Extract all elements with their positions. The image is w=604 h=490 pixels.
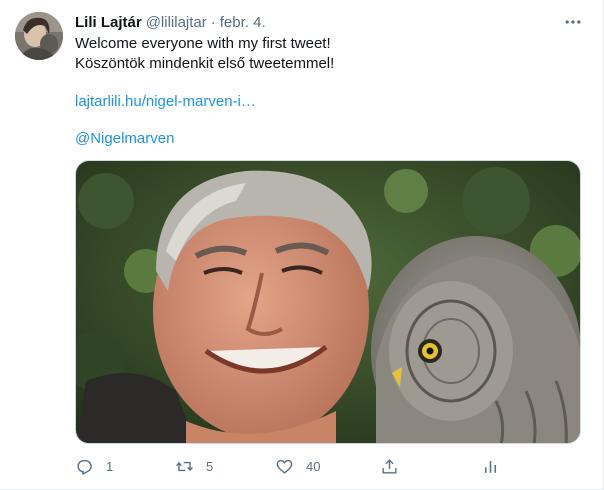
tweet-card[interactable]: Lili Lajtár @lililajtar · febr. 4. Welco… xyxy=(0,0,604,490)
heart-icon xyxy=(276,459,293,474)
tweet-date[interactable]: febr. 4. xyxy=(220,14,266,31)
like-count: 40 xyxy=(306,458,321,474)
author-handle[interactable]: @lililajtar xyxy=(146,14,207,31)
mention-link[interactable]: @Nigelmarven xyxy=(75,129,174,149)
tweet-actions-bar: 1 5 40 xyxy=(75,454,505,478)
author-name[interactable]: Lili Lajtár xyxy=(75,14,142,31)
more-options-button[interactable] xyxy=(561,10,585,34)
retweet-icon xyxy=(176,461,193,471)
like-button[interactable]: 40 xyxy=(275,454,320,478)
reply-count: 1 xyxy=(106,458,114,474)
tweet-text: Welcome everyone with my first tweet! Kö… xyxy=(75,34,575,74)
share-button[interactable] xyxy=(380,454,399,478)
reply-icon xyxy=(77,459,92,475)
share-icon xyxy=(382,458,397,474)
avatar-image xyxy=(15,12,63,60)
reply-button[interactable]: 1 xyxy=(75,454,113,478)
analytics-button[interactable] xyxy=(481,454,500,478)
retweet-button[interactable]: 5 xyxy=(175,454,213,478)
tweet-text-line-1: Welcome everyone with my first tweet! xyxy=(75,35,331,52)
tweet-text-line-2: Köszöntök mindenkit első tweetemmel! xyxy=(75,55,335,72)
avatar[interactable] xyxy=(15,12,63,60)
more-horizontal-icon xyxy=(565,20,581,24)
tweet-header: Lili Lajtár @lililajtar · febr. 4. xyxy=(75,12,266,32)
photo-man-with-owl xyxy=(76,161,580,443)
tweet-media-photo[interactable] xyxy=(75,160,581,444)
tweet-url-link[interactable]: lajtarlili.hu/nigel-marven-i… xyxy=(75,92,256,112)
retweet-count: 5 xyxy=(206,458,214,474)
header-separator: · xyxy=(210,13,216,31)
analytics-icon xyxy=(484,460,497,473)
